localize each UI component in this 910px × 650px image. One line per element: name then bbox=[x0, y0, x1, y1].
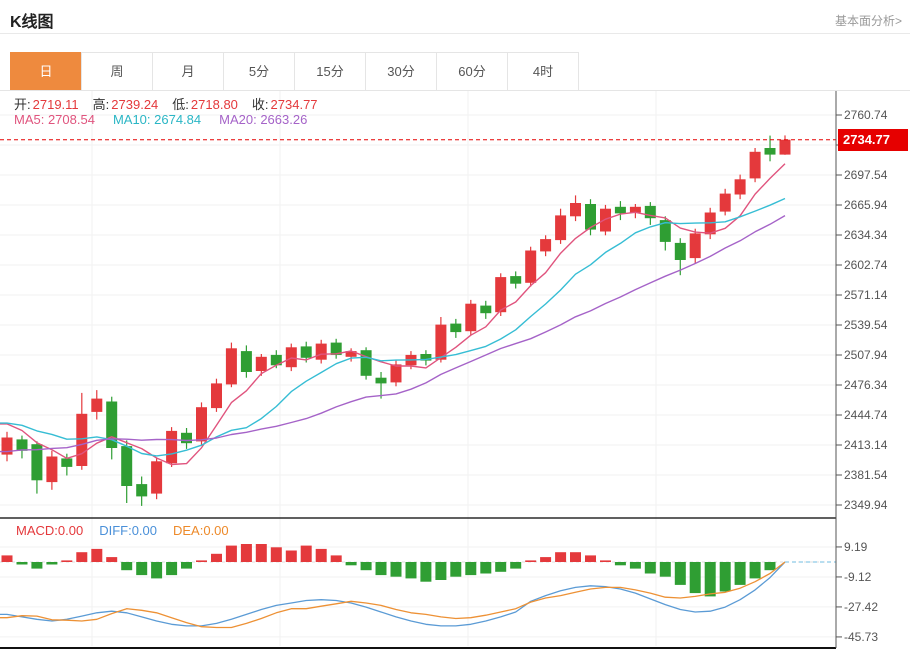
tab-5分[interactable]: 5分 bbox=[223, 52, 295, 91]
price-tick-label: 2697.54 bbox=[844, 168, 906, 182]
ohlc-pair: 高:2739.24 bbox=[93, 94, 159, 113]
ma-value: MA5: 2708.54 bbox=[14, 112, 95, 127]
price-tick-label: 2444.74 bbox=[844, 408, 906, 422]
macd-tick-label: 9.19 bbox=[844, 540, 906, 554]
kline-app: { "header": { "title": "K线图", "link_labe… bbox=[0, 0, 910, 650]
fundamental-analysis-link[interactable]: 基本面分析> bbox=[835, 12, 902, 29]
tab-日[interactable]: 日 bbox=[10, 52, 82, 91]
tab-月[interactable]: 月 bbox=[152, 52, 224, 91]
ohlc-pair: 开:2719.11 bbox=[14, 94, 79, 113]
current-price-tag: 2734.77 bbox=[838, 129, 908, 151]
macd-value: DEA:0.00 bbox=[173, 523, 229, 538]
ohlc-pair: 收:2734.77 bbox=[252, 94, 318, 113]
price-tick-label: 2539.54 bbox=[844, 318, 906, 332]
page-title: K线图 bbox=[10, 8, 54, 32]
price-tick-label: 2381.54 bbox=[844, 468, 906, 482]
macd-value: MACD:0.00 bbox=[16, 523, 83, 538]
tab-60分[interactable]: 60分 bbox=[436, 52, 508, 91]
price-tick-label: 2665.94 bbox=[844, 198, 906, 212]
ohlc-pair: 低:2718.80 bbox=[172, 94, 238, 113]
tab-30分[interactable]: 30分 bbox=[365, 52, 437, 91]
ma-value: MA10: 2674.84 bbox=[113, 112, 201, 127]
price-tick-label: 2602.74 bbox=[844, 258, 906, 272]
title-divider bbox=[0, 33, 910, 34]
price-tick-label: 2476.34 bbox=[844, 378, 906, 392]
price-tick-label: 2413.14 bbox=[844, 438, 906, 452]
tab-15分[interactable]: 15分 bbox=[294, 52, 366, 91]
tab-bar-underline bbox=[0, 90, 910, 91]
ma-value: MA20: 2663.26 bbox=[219, 112, 307, 127]
price-tick-label: 2571.14 bbox=[844, 288, 906, 302]
macd-value: DIFF:0.00 bbox=[99, 523, 157, 538]
ma-readout: MA5: 2708.54 MA10: 2674.84 MA20: 2663.26 bbox=[14, 112, 307, 127]
macd-tick-label: -9.12 bbox=[844, 570, 906, 584]
tab-周[interactable]: 周 bbox=[81, 52, 153, 91]
price-tick-label: 2760.74 bbox=[844, 108, 906, 122]
period-tab-bar: 日周月5分15分30分60分4时 bbox=[10, 52, 579, 91]
price-tick-label: 2349.94 bbox=[844, 498, 906, 512]
price-tick-label: 2634.34 bbox=[844, 228, 906, 242]
macd-tick-label: -27.42 bbox=[844, 600, 906, 614]
macd-tick-label: -45.73 bbox=[844, 630, 906, 644]
macd-readout: MACD:0.00 DIFF:0.00 DEA:0.00 bbox=[16, 523, 229, 538]
price-tick-label: 2507.94 bbox=[844, 348, 906, 362]
tab-4时[interactable]: 4时 bbox=[507, 52, 579, 91]
ohlc-readout: 开:2719.11 高:2739.24 低:2718.80 收:2734.77 bbox=[14, 94, 318, 113]
